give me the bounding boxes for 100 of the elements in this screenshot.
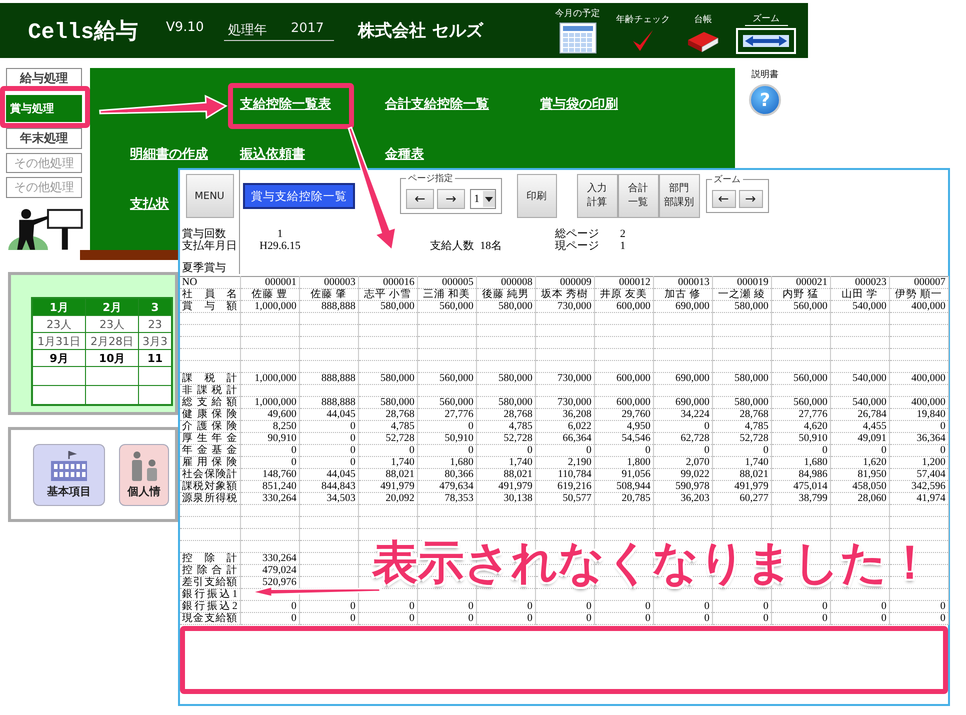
zoom-icon[interactable] — [736, 28, 796, 54]
table-cell: 600,000 — [594, 396, 653, 408]
calendar-cell: 10月 — [86, 350, 138, 366]
table-cell: 475,014 — [771, 480, 830, 492]
table-cell: 内野 猛 — [771, 288, 830, 300]
action-button[interactable]: 部門 部課別 — [658, 174, 700, 218]
table-cell: 491,979 — [358, 480, 417, 492]
table-cell: 36,203 — [653, 492, 712, 504]
group-legend: ページ指定 — [406, 172, 455, 185]
caret-icon — [482, 191, 494, 207]
table-cell: 0 — [889, 600, 948, 612]
table-cell: 54,546 — [594, 432, 653, 444]
row-label: 現金支給額 — [180, 612, 240, 624]
shortcut-button[interactable]: 個人情 — [119, 444, 169, 506]
menu-link[interactable]: 明細書の作成 — [130, 146, 208, 164]
table-cell: 540,000 — [830, 372, 889, 384]
menu-link[interactable]: 合計支給控除一覧 — [385, 96, 489, 114]
row-label: 課税計 — [180, 372, 240, 384]
table-cell: 0 — [712, 612, 771, 624]
table-cell: 52,728 — [712, 432, 771, 444]
info-value: 1 — [620, 240, 626, 252]
menu-link[interactable]: 振込依頼書 — [240, 146, 305, 164]
row-label: 社会保険計 — [180, 468, 240, 480]
table-cell: 600,000 — [594, 300, 653, 312]
next-button[interactable]: → — [437, 189, 465, 209]
table-cell: 伊勢 順一 — [889, 288, 948, 300]
table-cell: 888,888 — [299, 396, 358, 408]
table-cell: 400,000 — [889, 300, 948, 312]
table-cell: 88,021 — [476, 468, 535, 480]
menu-button[interactable]: MENU — [186, 174, 234, 218]
table-cell: 90,910 — [240, 432, 299, 444]
table-cell: 2,070 — [653, 456, 712, 468]
table-cell: 44,045 — [299, 408, 358, 420]
table-cell: 479,024 — [240, 564, 299, 576]
table-cell: 580,000 — [476, 372, 535, 384]
table-cell: 0 — [712, 444, 771, 456]
zoom-in-button[interactable]: → — [738, 190, 762, 208]
table-cell: 590,978 — [653, 480, 712, 492]
table-cell: 000021 — [771, 276, 830, 288]
tool-label: 今月の予定 — [555, 8, 600, 20]
action-button[interactable]: 合計 一覧 — [618, 174, 658, 218]
info-label: 現ページ — [555, 240, 599, 252]
table-cell: 0 — [653, 420, 712, 432]
table-cell: 000023 — [830, 276, 889, 288]
table-cell: 000009 — [535, 276, 594, 288]
table-cell: 60,277 — [712, 492, 771, 504]
table-cell: 0 — [476, 444, 535, 456]
menu-button[interactable]: 年末処理 — [6, 128, 82, 149]
row-label: 社員名 — [180, 288, 240, 300]
page-select[interactable]: 1 — [470, 189, 496, 209]
table-cell: 坂本 秀樹 — [535, 288, 594, 300]
table-cell: 1,800 — [594, 456, 653, 468]
report-title-button[interactable]: 賞与支給控除一覧 — [243, 183, 355, 209]
table-cell: 540,000 — [830, 396, 889, 408]
row-label: 銀行振込1 — [180, 588, 240, 600]
table-cell: 580,000 — [358, 372, 417, 384]
table-cell: 730,000 — [535, 300, 594, 312]
table-cell: 458,050 — [830, 480, 889, 492]
table-cell: 000019 — [712, 276, 771, 288]
table-cell: 49,091 — [830, 432, 889, 444]
table-cell: 30,138 — [476, 492, 535, 504]
menu-link[interactable]: 支払状 — [130, 196, 169, 214]
table-cell: 000012 — [594, 276, 653, 288]
table-cell: 50,577 — [535, 492, 594, 504]
menu-link[interactable]: 金種表 — [385, 146, 424, 164]
table-cell: 0 — [712, 600, 771, 612]
menu-link[interactable]: 支給控除一覧表 — [240, 96, 331, 114]
table-cell: 690,000 — [653, 372, 712, 384]
year-label: 処理年 — [228, 22, 267, 38]
table-cell: 4,785 — [712, 420, 771, 432]
table-cell: 2,190 — [535, 456, 594, 468]
table-cell: 0 — [535, 600, 594, 612]
info-value: 18名 — [480, 240, 502, 252]
action-button[interactable]: 入力 計算 — [576, 174, 618, 218]
table-cell: 6,022 — [535, 420, 594, 432]
table-cell: 1,200 — [889, 456, 948, 468]
row-label: 控除合計 — [180, 564, 240, 576]
print-button[interactable]: 印刷 — [516, 174, 556, 218]
table-cell: 400,000 — [889, 372, 948, 384]
table-cell: 29,760 — [594, 408, 653, 420]
table-cell: 52,728 — [476, 432, 535, 444]
zoom-out-button[interactable]: ← — [712, 190, 736, 208]
info-value: 1 — [277, 228, 283, 240]
shortcut-button[interactable]: 基本項目 — [33, 444, 105, 506]
table-cell: 0 — [535, 444, 594, 456]
menu-link[interactable]: 賞与袋の印刷 — [540, 96, 618, 114]
calendar-icon[interactable] — [558, 22, 596, 54]
row-label: 差引支給額 — [180, 576, 240, 588]
table-cell: 4,455 — [830, 420, 889, 432]
menu-button[interactable]: 賞与処理 — [6, 94, 82, 122]
table-cell: 0 — [889, 444, 948, 456]
row-label: 銀行振込2 — [180, 600, 240, 612]
table-cell: 342,596 — [889, 480, 948, 492]
table-cell: 0 — [240, 444, 299, 456]
table-cell: 0 — [476, 612, 535, 624]
table-cell: 508,944 — [594, 480, 653, 492]
table-cell: 52,728 — [358, 432, 417, 444]
table-cell: 330,264 — [240, 492, 299, 504]
previous-button[interactable]: ← — [406, 189, 434, 209]
table-cell: 619,216 — [535, 480, 594, 492]
